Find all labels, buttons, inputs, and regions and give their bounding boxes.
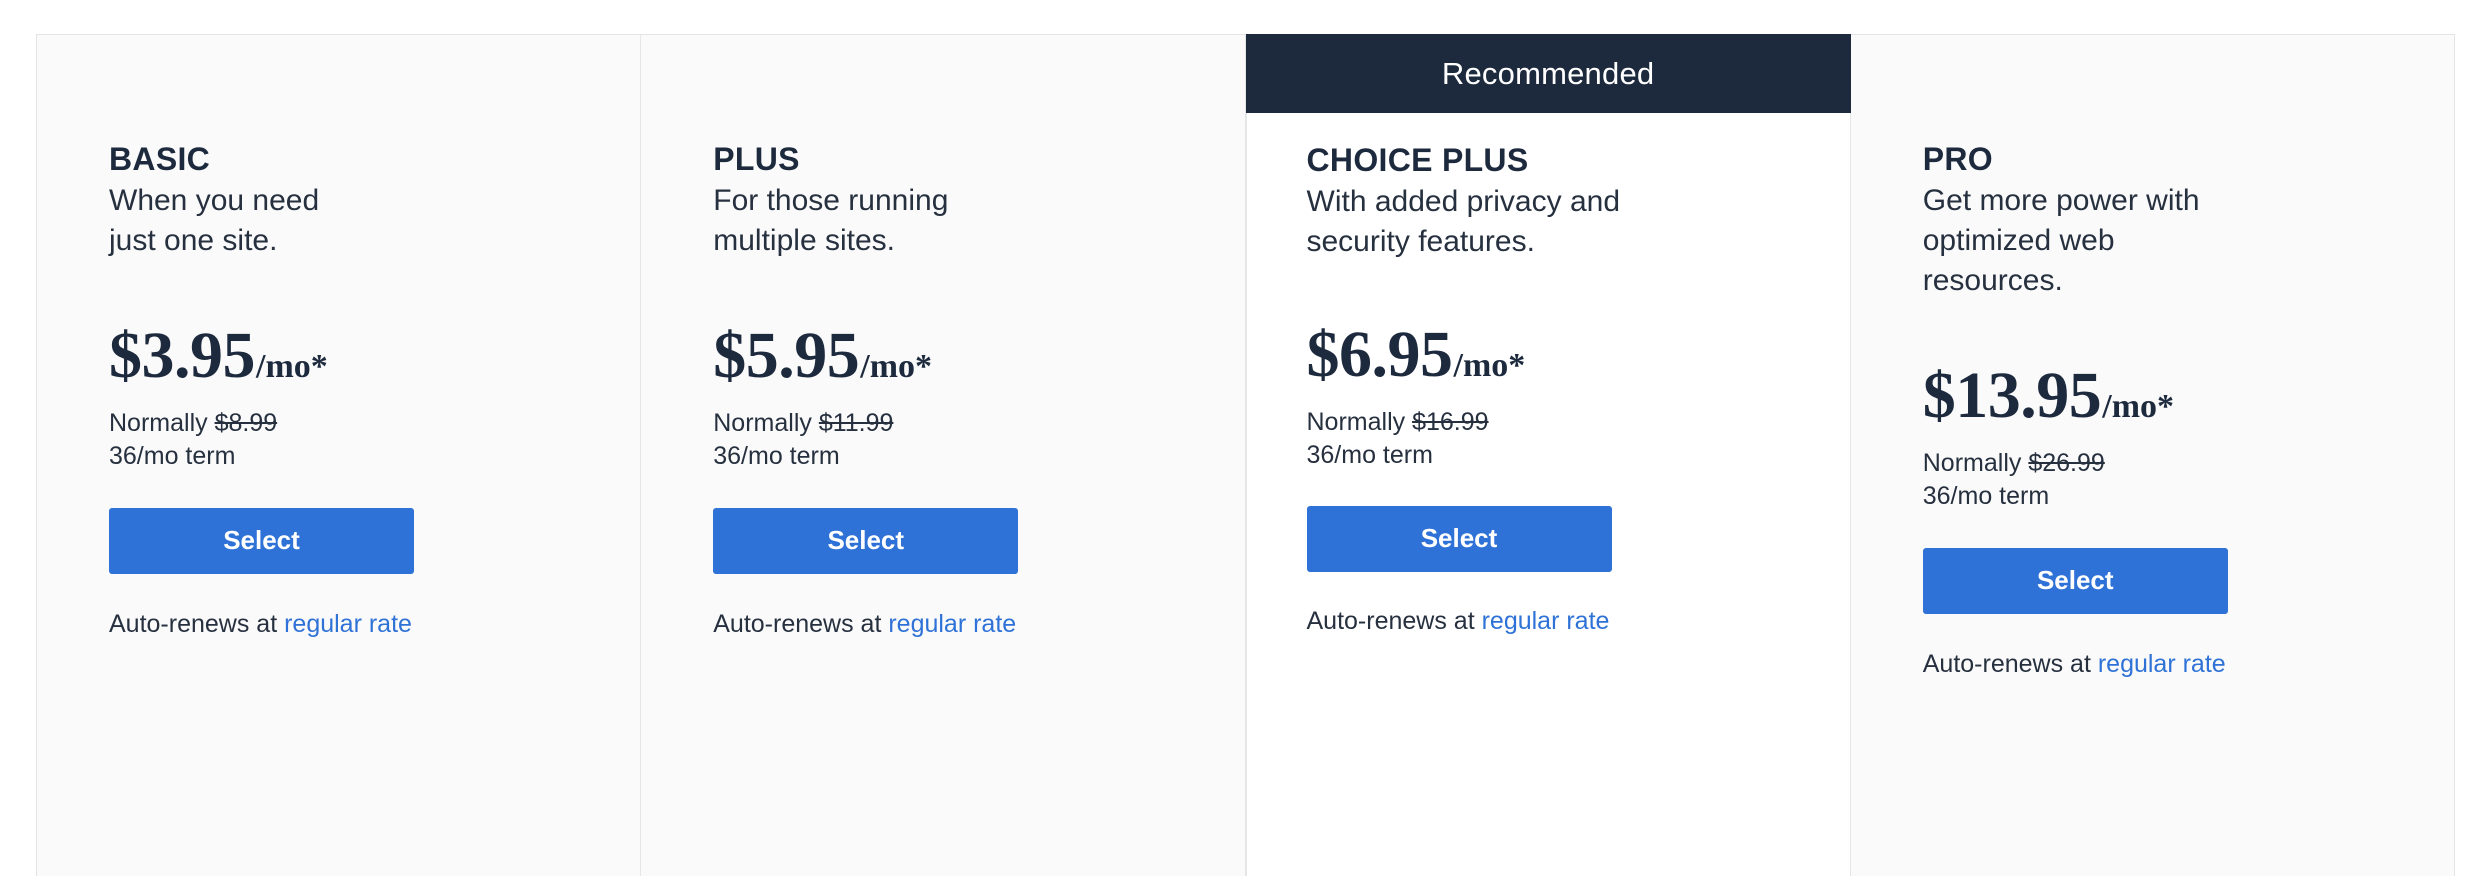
plan-price-suffix: /mo* [2102,387,2175,425]
plan-header: CHOICE PLUS With added privacy and secur… [1307,113,1822,262]
plan-term: 36/mo term [109,441,236,470]
autorenew-prefix: Auto-renews at [1306,606,1482,635]
normally-label: Normally [1306,407,1413,436]
normally-label: Normally [1922,448,2029,477]
plan-price-amount: $13.95 [1922,358,2102,432]
plan-name: BASIC [109,141,211,177]
normally-amount: $11.99 [818,408,894,437]
plan-price-amount: $6.95 [1306,317,1454,391]
plan-price-amount: $5.95 [713,318,860,392]
recommended-ribbon: Recommended [1245,34,1851,113]
plan-autorenew-note: Auto-renews at regular rate [109,608,612,641]
plan-card-body: CHOICE PLUS With added privacy and secur… [1247,113,1850,637]
autorenew-prefix: Auto-renews at [1922,649,2098,678]
select-button[interactable]: Select [1922,547,2228,614]
plan-card-body: PLUS For those running multiple sites. $… [641,35,1244,640]
autorenew-prefix: Auto-renews at [713,609,889,638]
regular-rate-link[interactable]: regular rate [888,610,1016,638]
plan-price: $6.95/mo* [1306,317,1822,391]
normally-amount: $8.99 [214,408,278,437]
plan-card-choice-plus[interactable]: Recommended CHOICE PLUS With added priva… [1245,34,1851,876]
autorenew-prefix: Auto-renews at [109,609,285,638]
regular-rate-link[interactable]: regular rate [2098,650,2226,678]
plan-name: CHOICE PLUS [1306,142,1529,178]
plan-term: 36/mo term [1922,481,2050,510]
plan-autorenew-note: Auto-renews at regular rate [713,608,1216,641]
plan-name: PRO [1922,141,1993,177]
plan-card-pro[interactable]: PRO Get more power with optimized web re… [1850,35,2454,876]
plan-card-plus[interactable]: PLUS For those running multiple sites. $… [641,35,1246,876]
plan-price: $13.95/mo* [1922,358,2426,432]
plan-autorenew-note: Auto-renews at regular rate [1923,648,2426,681]
plan-description: For those running multiple sites. [713,184,949,258]
normally-label: Normally [109,408,215,437]
plan-price: $3.95/mo* [109,318,612,392]
plan-card-body: PRO Get more power with optimized web re… [1851,35,2454,680]
plan-name: PLUS [713,141,800,177]
plan-term: 36/mo term [713,441,840,470]
select-button[interactable]: Select [1306,505,1612,572]
plan-header: BASIC When you need just one site. [109,35,612,261]
plan-price-suffix: /mo* [860,347,933,385]
plan-card-basic[interactable]: BASIC When you need just one site. $3.95… [37,35,642,876]
normally-amount: $26.99 [2028,448,2105,477]
plan-description: With added privacy and security features… [1306,185,1621,259]
plan-normally-price: Normally $11.99 [713,407,1216,440]
pricing-plans-table: BASIC When you need just one site. $3.95… [36,34,2455,876]
plan-term: 36/mo term [1306,440,1433,469]
normally-amount: $16.99 [1412,407,1489,436]
regular-rate-link[interactable]: regular rate [1482,607,1610,635]
plan-header: PLUS For those running multiple sites. [713,35,1216,261]
plan-normally-price: Normally $8.99 [109,407,612,440]
plan-autorenew-note: Auto-renews at regular rate [1307,605,1822,638]
plan-price-amount: $3.95 [109,318,256,392]
plan-description: Get more power with optimized web resour… [1922,184,2200,297]
plan-description: When you need just one site. [109,184,320,258]
plan-price-suffix: /mo* [256,347,328,385]
plan-normally-price: Normally $26.99 [1923,447,2426,480]
plan-price-suffix: /mo* [1453,346,1526,384]
normally-label: Normally [713,408,819,437]
plan-card-body: BASIC When you need just one site. $3.95… [37,35,640,640]
plan-price: $5.95/mo* [713,318,1216,392]
plan-normally-price: Normally $16.99 [1307,406,1822,439]
select-button[interactable]: Select [713,507,1019,574]
select-button[interactable]: Select [109,507,414,574]
regular-rate-link[interactable]: regular rate [284,610,412,638]
plan-header: PRO Get more power with optimized web re… [1923,35,2426,301]
